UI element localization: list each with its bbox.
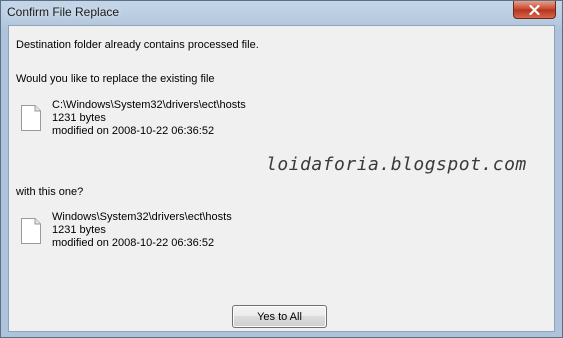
- message-with-this-one: with this one?: [16, 186, 84, 198]
- new-file-icon: [21, 218, 41, 244]
- watermark-text: loidaforia.blogspot.com: [266, 154, 527, 175]
- existing-file-path: C:\Windows\System32\drivers\ect\hosts: [52, 99, 246, 111]
- new-file-modified: modified on 2008-10-22 06:36:52: [52, 237, 215, 249]
- new-file-path: Windows\System32\drivers\ect\hosts: [52, 211, 232, 223]
- message-destination: Destination folder already contains proc…: [16, 39, 259, 51]
- message-replace-question: Would you like to replace the existing f…: [16, 73, 215, 85]
- existing-file-info: C:\Windows\System32\drivers\ect\hosts 12…: [52, 99, 246, 138]
- existing-file-modified: modified on 2008-10-22 06:36:52: [52, 125, 215, 137]
- window-title: Confirm File Replace: [7, 5, 120, 19]
- existing-file-icon: [21, 105, 41, 131]
- dialog-body: Destination folder already contains proc…: [8, 25, 555, 332]
- close-icon: [529, 4, 540, 15]
- new-file-size: 1231 bytes: [52, 224, 106, 236]
- yes-to-all-button[interactable]: Yes to All: [232, 305, 327, 328]
- new-file-info: Windows\System32\drivers\ect\hosts 1231 …: [52, 211, 232, 250]
- confirm-file-replace-dialog: Confirm File Replace Destination folder …: [0, 0, 563, 338]
- title-bar[interactable]: Confirm File Replace: [1, 1, 562, 23]
- close-button[interactable]: [513, 1, 556, 19]
- existing-file-size: 1231 bytes: [52, 112, 106, 124]
